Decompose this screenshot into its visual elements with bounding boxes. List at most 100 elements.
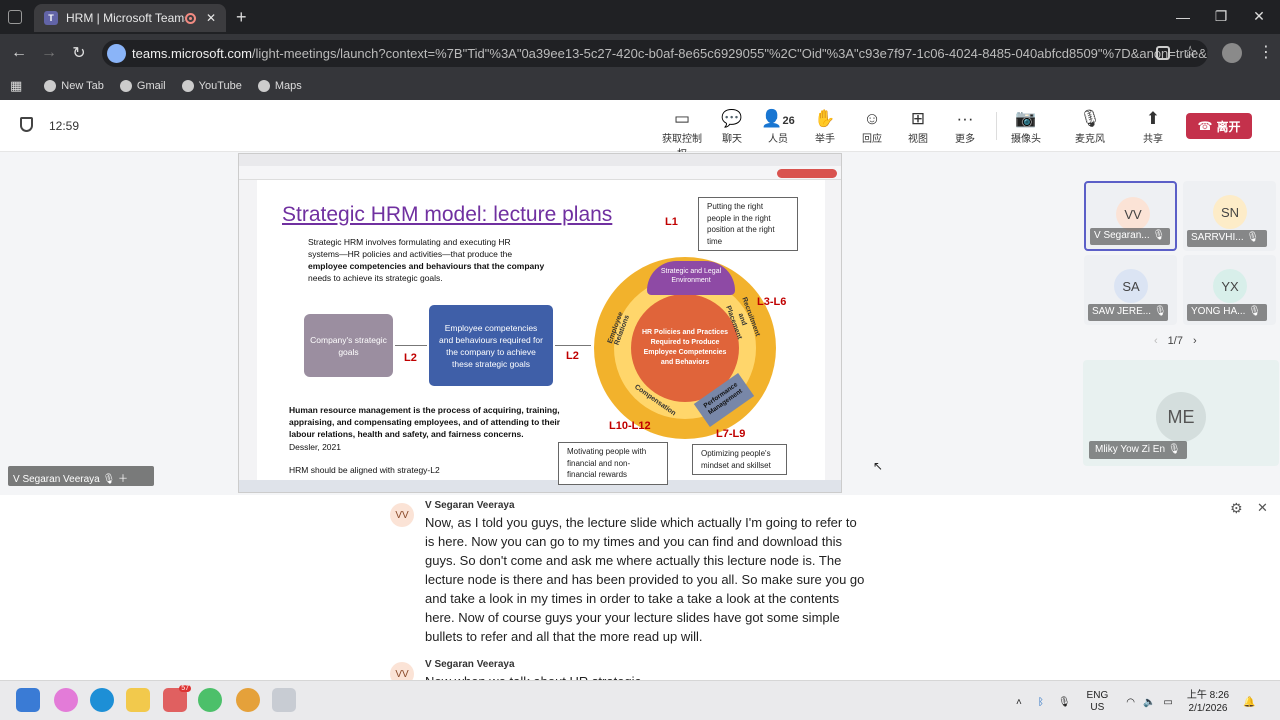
- copilot-icon[interactable]: [54, 688, 78, 712]
- wifi-icon[interactable]: ◠: [1126, 697, 1135, 708]
- volume-icon[interactable]: 🔈: [1143, 697, 1155, 708]
- people-icon: 👤26: [761, 109, 795, 128]
- toolbar-label: 共享: [1143, 134, 1163, 145]
- captions-settings-icon[interactable]: ⚙: [1230, 500, 1243, 517]
- forward-icon[interactable]: →: [34, 44, 64, 62]
- caption-speaker: V Segaran Veeraya: [425, 659, 515, 670]
- toolbar-view-button[interactable]: ⊞ 视图: [894, 108, 942, 145]
- bookmark-label: Maps: [274, 80, 302, 92]
- close-window-icon[interactable]: ✕: [1240, 8, 1278, 25]
- bookmark-star-icon[interactable]: ☆: [1183, 42, 1197, 62]
- file-explorer-icon[interactable]: [126, 688, 150, 712]
- voice-search-icon[interactable]: [107, 44, 126, 63]
- avatar: SA: [1114, 269, 1148, 303]
- install-app-icon[interactable]: [1156, 46, 1170, 60]
- label-l3-l6: L3-L6: [757, 296, 787, 308]
- mic-muted-icon: 🎙: [1153, 306, 1167, 317]
- participant-tile[interactable]: YX YONG HA... 🎙: [1183, 255, 1276, 325]
- clock[interactable]: 上午 8:26 2/1/2026: [1187, 689, 1229, 715]
- recording-icon: [184, 12, 196, 24]
- bluetooth-icon[interactable]: ᛒ: [1038, 697, 1044, 708]
- bookmark-youtube[interactable]: YouTube: [181, 80, 242, 92]
- close-tab-icon[interactable]: ✕: [206, 11, 216, 25]
- microphone-tray-icon[interactable]: 🎙: [1058, 697, 1071, 708]
- window-controls: — ❐ ✕: [1164, 8, 1278, 25]
- arrow-1: [395, 345, 427, 346]
- new-tab-button[interactable]: +: [236, 7, 247, 28]
- toolbar-label: 人员: [768, 134, 788, 145]
- maximize-icon[interactable]: ❐: [1202, 8, 1240, 25]
- pin-add-icon[interactable]: ＋: [118, 474, 128, 485]
- telegram-icon[interactable]: 57: [163, 685, 191, 712]
- tab-title: HRM | Microsoft Teams: [66, 11, 185, 25]
- label-l1: L1: [665, 216, 678, 228]
- caption-avatar: VV: [390, 503, 414, 527]
- tray-expand-icon[interactable]: ˄: [1016, 697, 1022, 708]
- wechat-icon[interactable]: [198, 688, 222, 712]
- participant-tile[interactable]: VV V Segaran... 🎙: [1084, 181, 1177, 251]
- meeting-timer: 12:59: [49, 119, 80, 133]
- participant-name-tag: Mliky Yow Zi En 🎙: [1089, 441, 1187, 459]
- toolbar-chat-button[interactable]: 💬 聊天: [708, 108, 756, 145]
- toolbar-share-button[interactable]: ⬆ 共享: [1129, 108, 1177, 145]
- toolbar-react-button[interactable]: ☺ 回应: [848, 108, 896, 145]
- toolbar-label: 回应: [862, 134, 882, 145]
- hrm-definition: Human resource management is the process…: [289, 405, 561, 439]
- toolbar-more-button[interactable]: ··· 更多: [941, 108, 989, 145]
- avatar: SN: [1213, 195, 1247, 229]
- start-icon[interactable]: [16, 688, 40, 712]
- participant-tile[interactable]: SN SARRVHI... 🎙: [1183, 181, 1276, 251]
- toolbar-raise-hand-button[interactable]: ✋ 举手: [801, 108, 849, 145]
- back-icon[interactable]: ←: [4, 44, 34, 62]
- hangup-icon: ☎: [1197, 119, 1213, 133]
- mic-icon: 🎙: [102, 474, 116, 485]
- participant-name-tag: SAW JERE... 🎙: [1088, 304, 1168, 321]
- url-host: teams.microsoft.com: [132, 46, 252, 61]
- tab-search-icon[interactable]: [8, 10, 22, 24]
- slide-intro: Strategic HRM involves formulating and e…: [308, 237, 545, 283]
- leave-button[interactable]: ☎ 离开: [1186, 113, 1252, 139]
- caption-line: here. Now of course guys your your lectu…: [425, 610, 840, 625]
- bookmark-new-tab[interactable]: New Tab: [44, 80, 104, 92]
- avatar: ME: [1156, 392, 1206, 442]
- shared-screen[interactable]: Strategic HRM model: lecture plans Strat…: [238, 153, 842, 493]
- caption-line: Now, as I told you guys, the lecture sli…: [425, 515, 857, 530]
- profile-avatar[interactable]: [1222, 43, 1242, 63]
- leave-label: 离开: [1216, 119, 1241, 134]
- caption-speaker: V Segaran Veeraya: [425, 500, 515, 511]
- url-field[interactable]: teams.microsoft.com/light-meetings/launc…: [102, 40, 1208, 67]
- toolbar-label: 麦克风: [1075, 134, 1105, 145]
- pager-prev-icon[interactable]: ‹: [1154, 335, 1158, 347]
- input-language[interactable]: ENG US: [1087, 690, 1109, 714]
- minimize-icon[interactable]: —: [1164, 9, 1202, 25]
- caption-line: and take a look in my times in order to …: [425, 591, 840, 606]
- browser-tab-teams[interactable]: T HRM | Microsoft Teams ✕: [34, 4, 226, 32]
- edge-icon[interactable]: [90, 688, 114, 712]
- camera-off-icon: 📷: [1015, 109, 1037, 128]
- system-tray: ˄ ᛒ 🎙 ENG US ◠ 🔈 ▭ 上午 8:26 2/1/2026 🔔: [1016, 689, 1256, 715]
- slide-title: Strategic HRM model: lecture plans: [282, 203, 613, 226]
- bookmark-label: New Tab: [61, 80, 104, 92]
- reload-icon[interactable]: ↻: [64, 43, 94, 63]
- pager-label: 1/7: [1167, 335, 1183, 347]
- mic-muted-icon: 🎙: [1248, 306, 1261, 317]
- pager-next-icon[interactable]: ›: [1193, 335, 1197, 347]
- battery-icon[interactable]: ▭: [1163, 697, 1172, 708]
- notifications-bell-icon[interactable]: 🔔: [1243, 697, 1255, 708]
- toolbar-mic-off-button[interactable]: 🎙 麦克风: [1066, 108, 1114, 145]
- toolbar-camera-off-button[interactable]: 📷 摄像头: [1002, 108, 1050, 145]
- notification-badge: 57: [179, 685, 191, 692]
- bookmark-maps[interactable]: Maps: [257, 80, 302, 92]
- toolbar-label: 举手: [815, 134, 835, 145]
- participant-tile-large[interactable]: ME Mliky Yow Zi En 🎙: [1083, 360, 1279, 466]
- captions-close-icon[interactable]: ✕: [1257, 500, 1268, 516]
- browser-menu-icon[interactable]: ⋮: [1258, 42, 1274, 62]
- share-icon: ⬆: [1145, 109, 1161, 128]
- snipping-tool-icon[interactable]: [272, 688, 296, 712]
- apps-grid-icon[interactable]: ▦: [10, 78, 22, 94]
- chrome-icon[interactable]: [236, 688, 260, 712]
- participant-tile[interactable]: SA SAW JERE... 🎙: [1084, 255, 1177, 325]
- mic-off-icon: 🎙: [1079, 109, 1101, 128]
- toolbar-people-button[interactable]: 👤26 人员: [754, 108, 802, 145]
- bookmark-gmail[interactable]: Gmail: [119, 80, 166, 92]
